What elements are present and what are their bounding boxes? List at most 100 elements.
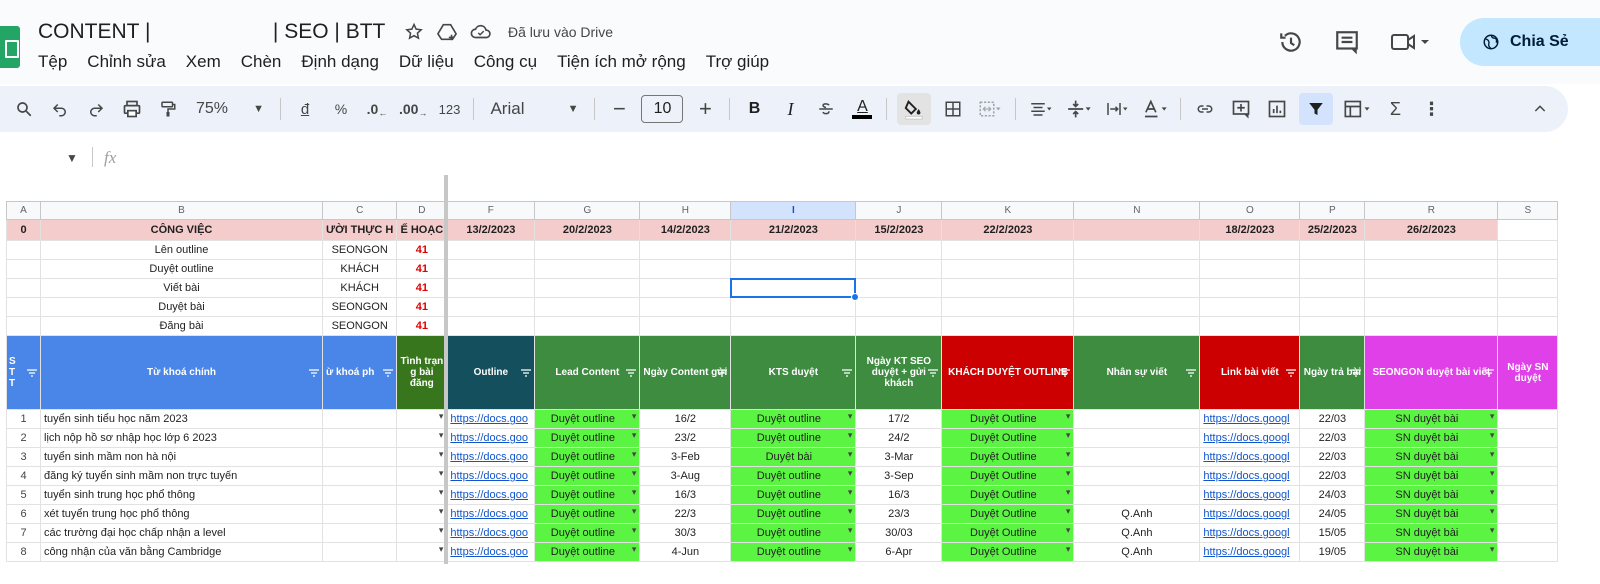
- empty-cell[interactable]: [1497, 259, 1559, 279]
- menu-help[interactable]: Trợ giúp: [706, 52, 769, 72]
- borders-icon[interactable]: [939, 93, 967, 125]
- increase-font-size-icon[interactable]: +: [691, 93, 719, 125]
- outline-link[interactable]: https://docs.goo: [446, 409, 536, 429]
- status-dropdown[interactable]: [396, 447, 448, 467]
- return-date-cell[interactable]: 24/05: [1299, 504, 1366, 524]
- article-link[interactable]: https://docs.googl: [1199, 466, 1301, 486]
- header-lead[interactable]: Lead Content: [534, 335, 641, 410]
- vertical-align-icon[interactable]: [1064, 93, 1094, 125]
- client-status-dropdown[interactable]: Duyệt Outline: [941, 485, 1075, 505]
- sub-keyword-cell[interactable]: [321, 523, 398, 543]
- bold-button[interactable]: B: [740, 93, 768, 125]
- header-status[interactable]: Tình trạn g bài đăng: [396, 335, 448, 410]
- filter-icon[interactable]: [27, 368, 37, 378]
- empty-cell[interactable]: [1299, 240, 1366, 260]
- empty-cell[interactable]: [1073, 316, 1201, 336]
- sub-keyword-cell[interactable]: [321, 466, 398, 486]
- menu-edit[interactable]: Chỉnh sửa: [87, 52, 165, 72]
- column-header-g[interactable]: G: [534, 201, 641, 220]
- status-dropdown[interactable]: [396, 466, 448, 486]
- article-link[interactable]: https://docs.googl: [1199, 409, 1301, 429]
- sn-date-cell[interactable]: [1497, 447, 1559, 467]
- empty-cell[interactable]: [941, 240, 1075, 260]
- version-history-icon[interactable]: [1278, 29, 1304, 55]
- summary-cell[interactable]: 0: [6, 219, 41, 241]
- writer-cell[interactable]: [1073, 485, 1201, 505]
- strikethrough-icon[interactable]: [812, 93, 840, 125]
- summary-cell[interactable]: ƯỜI THỰC H: [321, 219, 398, 241]
- sent-date-cell[interactable]: 3-Feb: [639, 447, 732, 467]
- paint-format-icon[interactable]: [154, 93, 182, 125]
- sent-date-cell[interactable]: 30/3: [639, 523, 732, 543]
- menu-view[interactable]: Xem: [186, 52, 221, 72]
- lead-status-dropdown[interactable]: Duyệt outline: [534, 504, 641, 524]
- return-date-cell[interactable]: 15/05: [1299, 523, 1366, 543]
- outline-link[interactable]: https://docs.goo: [446, 447, 536, 467]
- kts-status-dropdown[interactable]: Duyệt outline: [730, 542, 857, 562]
- empty-cell[interactable]: [1073, 240, 1201, 260]
- filter-icon[interactable]: [1484, 368, 1495, 378]
- plan-owner[interactable]: SEONGON: [321, 297, 398, 317]
- filter-icon[interactable]: [383, 368, 394, 378]
- empty-cell[interactable]: [446, 278, 536, 298]
- empty-cell[interactable]: [534, 259, 641, 279]
- article-link[interactable]: https://docs.googl: [1199, 447, 1301, 467]
- empty-cell[interactable]: [446, 240, 536, 260]
- sn-status-dropdown[interactable]: SN duyệt bài: [1364, 409, 1499, 429]
- insert-chart-icon[interactable]: [1263, 93, 1291, 125]
- lead-status-dropdown[interactable]: Duyệt outline: [534, 485, 641, 505]
- article-link[interactable]: https://docs.googl: [1199, 523, 1301, 543]
- outline-link[interactable]: https://docs.goo: [446, 504, 536, 524]
- return-date-cell[interactable]: 22/03: [1299, 428, 1366, 448]
- column-header-d[interactable]: D: [396, 201, 448, 220]
- header-sent-date[interactable]: Ngày Content gửi: [639, 335, 732, 410]
- menu-format[interactable]: Định dạng: [301, 52, 379, 72]
- star-icon[interactable]: [404, 22, 424, 42]
- empty-cell[interactable]: [6, 297, 41, 317]
- empty-cell[interactable]: [1199, 240, 1301, 260]
- empty-cell[interactable]: [730, 316, 857, 336]
- plan-task[interactable]: Duyệt bài: [40, 297, 323, 317]
- writer-cell[interactable]: Q.Anh: [1073, 523, 1201, 543]
- kt-date-cell[interactable]: 6-Apr: [855, 542, 943, 562]
- filter-icon[interactable]: [309, 368, 319, 378]
- empty-cell[interactable]: [1364, 240, 1499, 260]
- kt-date-cell[interactable]: 23/3: [855, 504, 943, 524]
- sn-status-dropdown[interactable]: SN duyệt bài: [1364, 504, 1499, 524]
- empty-cell[interactable]: [639, 278, 732, 298]
- undo-icon[interactable]: [46, 93, 74, 125]
- empty-cell[interactable]: [1073, 278, 1201, 298]
- kts-status-dropdown[interactable]: Duyệt outline: [730, 466, 857, 486]
- writer-cell[interactable]: [1073, 409, 1201, 429]
- sn-date-cell[interactable]: [1497, 409, 1559, 429]
- empty-cell[interactable]: [639, 259, 732, 279]
- empty-cell[interactable]: [1364, 297, 1499, 317]
- empty-cell[interactable]: [1299, 297, 1366, 317]
- lead-status-dropdown[interactable]: Duyệt outline: [534, 466, 641, 486]
- plan-owner[interactable]: SEONGON: [321, 316, 398, 336]
- kt-date-cell[interactable]: 3-Sep: [855, 466, 943, 486]
- keyword-cell[interactable]: các trường đại học chấp nhận a level: [40, 523, 323, 543]
- column-header-j[interactable]: J: [855, 201, 943, 220]
- sn-status-dropdown[interactable]: SN duyệt bài: [1364, 428, 1499, 448]
- kt-date-cell[interactable]: 30/03: [855, 523, 943, 543]
- plan-owner[interactable]: KHÁCH: [321, 278, 398, 298]
- more-formats-button[interactable]: 123: [435, 93, 463, 125]
- column-header-a[interactable]: A: [6, 201, 41, 220]
- plan-value[interactable]: 41: [396, 240, 448, 260]
- row-number-cell[interactable]: 7: [6, 523, 41, 543]
- column-header-c[interactable]: C: [321, 201, 398, 220]
- collapse-toolbar-icon[interactable]: [1526, 93, 1554, 125]
- sn-status-dropdown[interactable]: SN duyệt bài: [1364, 542, 1499, 562]
- header-outline[interactable]: Outline: [446, 335, 536, 410]
- empty-cell[interactable]: [855, 240, 943, 260]
- column-header-h[interactable]: H: [639, 201, 732, 220]
- plan-owner[interactable]: KHÁCH: [321, 259, 398, 279]
- kts-status-dropdown[interactable]: Duyệt bài: [730, 447, 857, 467]
- empty-cell[interactable]: [1364, 278, 1499, 298]
- writer-cell[interactable]: [1073, 447, 1201, 467]
- keyword-cell[interactable]: lịch nộp hồ sơ nhập học lớp 6 2023: [40, 428, 323, 448]
- fill-handle[interactable]: [850, 292, 859, 301]
- plan-value[interactable]: 41: [396, 278, 448, 298]
- sn-status-dropdown[interactable]: SN duyệt bài: [1364, 466, 1499, 486]
